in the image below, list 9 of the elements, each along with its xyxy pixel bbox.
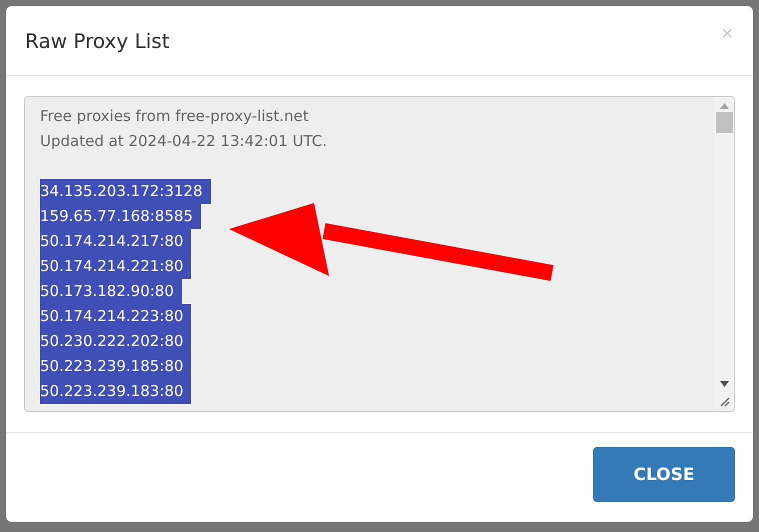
modal-title: Raw Proxy List [25,28,170,52]
scrollbar-thumb[interactable] [716,112,732,133]
close-button[interactable]: CLOSE [593,447,735,502]
scrollbar[interactable] [714,97,734,411]
proxy-textarea[interactable] [24,96,735,412]
textarea-header-line: Updated at 2024-04-22 13:42:01 UTC. [40,131,328,152]
textarea-header-line: Free proxies from free-proxy-list.net [40,106,309,127]
resize-handle-icon[interactable] [718,395,730,407]
scroll-down-icon[interactable] [720,381,728,387]
